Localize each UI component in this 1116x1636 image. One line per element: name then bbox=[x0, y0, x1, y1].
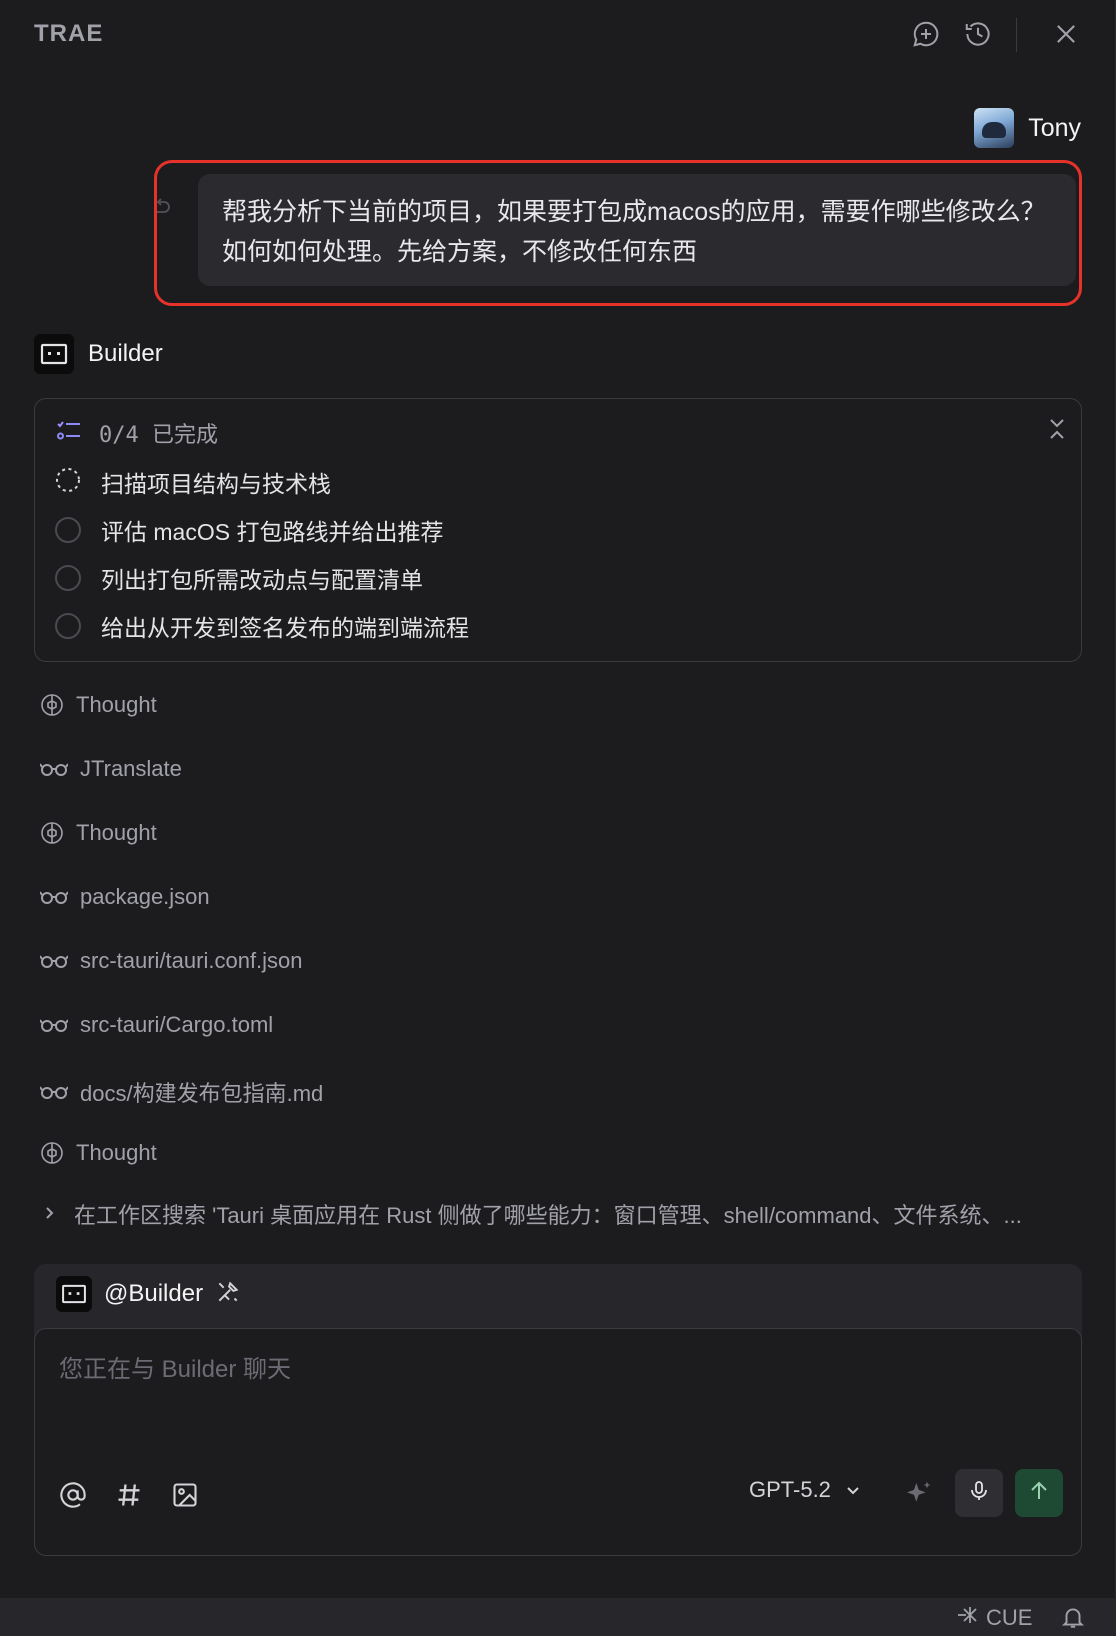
microphone-icon bbox=[967, 1479, 991, 1508]
activity-label: Thought bbox=[76, 1140, 157, 1165]
tools-icon[interactable] bbox=[215, 1279, 241, 1310]
agent-name: Builder bbox=[88, 340, 163, 367]
send-button[interactable] bbox=[1015, 1469, 1063, 1517]
app-title: TRAE bbox=[34, 20, 104, 47]
glasses-icon bbox=[40, 953, 68, 969]
todo-item: 给出从开发到签名发布的端到端流程 bbox=[55, 609, 469, 643]
highlight-annotation bbox=[154, 160, 1082, 306]
user-header: Tony bbox=[974, 108, 1081, 148]
activity-read[interactable]: src-tauri/tauri.conf.json bbox=[40, 948, 303, 974]
brain-icon bbox=[40, 693, 64, 717]
builder-logo-icon bbox=[56, 1276, 92, 1312]
cue-label: CUE bbox=[986, 1605, 1033, 1630]
chevron-right-icon bbox=[44, 1201, 56, 1227]
hash-icon[interactable] bbox=[115, 1481, 143, 1514]
at-mention-icon[interactable] bbox=[59, 1481, 87, 1514]
header-divider bbox=[1016, 18, 1017, 52]
search-label: 在工作区搜索 'Tauri 桌面应用在 Rust 侧做了哪些能力：窗口管理、sh… bbox=[74, 1203, 1022, 1228]
image-icon[interactable] bbox=[171, 1481, 199, 1514]
chat-panel: TRAE Tony 帮我分析下当前的项目，如果要打包成macos的应用，需要作哪… bbox=[0, 0, 1116, 1598]
activity-read[interactable]: docs/构建发布包指南.md bbox=[40, 1076, 323, 1108]
chat-input-placeholder: 您正在与 Builder 聊天 bbox=[59, 1356, 292, 1383]
glasses-icon bbox=[40, 761, 68, 777]
bell-icon[interactable] bbox=[1060, 1604, 1086, 1635]
todo-progress: 0/4 已完成 bbox=[99, 423, 218, 448]
workspace-search-row[interactable]: 在工作区搜索 'Tauri 桌面应用在 Rust 侧做了哪些能力：窗口管理、sh… bbox=[44, 1198, 1022, 1230]
agent-mention[interactable]: @Builder bbox=[104, 1280, 203, 1308]
activity-read[interactable]: JTranslate bbox=[40, 756, 182, 782]
activity-label: docs/构建发布包指南.md bbox=[80, 1081, 324, 1106]
avatar bbox=[974, 108, 1015, 148]
history-icon[interactable] bbox=[960, 16, 996, 52]
todo-item: 扫描项目结构与技术栈 bbox=[55, 465, 331, 499]
collapse-icon[interactable] bbox=[1047, 417, 1067, 446]
chat-input[interactable]: 您正在与 Builder 聊天 GPT-5.2 bbox=[34, 1328, 1082, 1556]
todo-label: 评估 macOS 打包路线并给出推荐 bbox=[101, 519, 444, 545]
activity-read[interactable]: src-tauri/Cargo.toml bbox=[40, 1012, 273, 1038]
glasses-icon bbox=[40, 889, 68, 905]
activity-read[interactable]: package.json bbox=[40, 884, 210, 910]
activity-label: Thought bbox=[76, 820, 157, 845]
glasses-icon bbox=[40, 1017, 68, 1033]
brain-icon bbox=[40, 821, 64, 845]
todo-item: 评估 macOS 打包路线并给出推荐 bbox=[55, 513, 443, 547]
panel-header: TRAE bbox=[0, 0, 1116, 70]
chat-plus-icon[interactable] bbox=[908, 16, 944, 52]
status-bar: CUE bbox=[0, 1598, 1116, 1636]
checklist-icon bbox=[57, 420, 81, 447]
close-icon[interactable] bbox=[1048, 16, 1084, 52]
activity-label: src-tauri/Cargo.toml bbox=[80, 1012, 274, 1037]
todo-label: 扫描项目结构与技术栈 bbox=[101, 471, 331, 497]
microphone-button[interactable] bbox=[955, 1469, 1003, 1517]
builder-logo-icon bbox=[34, 334, 74, 374]
todo-item: 列出打包所需改动点与配置清单 bbox=[55, 561, 423, 595]
cue-status[interactable]: CUE bbox=[956, 1604, 1032, 1632]
todo-label: 给出从开发到签名发布的端到端流程 bbox=[101, 615, 469, 641]
todo-header: 0/4 已完成 bbox=[57, 417, 218, 449]
model-select[interactable]: GPT-5.2 bbox=[749, 1477, 861, 1503]
agent-header: Builder bbox=[34, 334, 163, 374]
pending-circle-icon bbox=[55, 517, 81, 543]
sparkle-icon[interactable] bbox=[903, 1479, 935, 1516]
activity-thought[interactable]: Thought bbox=[40, 1140, 157, 1166]
model-label: GPT-5.2 bbox=[749, 1477, 831, 1502]
composer: @Builder 您正在与 Builder 聊天 GPT-5.2 bbox=[34, 1264, 1082, 1556]
composer-agent-row: @Builder bbox=[56, 1276, 241, 1312]
activity-thought[interactable]: Thought bbox=[40, 820, 157, 846]
brain-icon bbox=[40, 1141, 64, 1165]
cue-icon bbox=[956, 1604, 982, 1632]
arrow-up-icon bbox=[1027, 1479, 1051, 1508]
activity-thought[interactable]: Thought bbox=[40, 692, 157, 718]
pending-circle-icon bbox=[55, 613, 81, 639]
pending-circle-icon bbox=[55, 565, 81, 591]
todo-label: 列出打包所需改动点与配置清单 bbox=[101, 567, 423, 593]
user-name: Tony bbox=[1028, 113, 1081, 142]
glasses-icon bbox=[40, 1084, 68, 1100]
todo-card: 0/4 已完成 扫描项目结构与技术栈 评估 macOS 打包路线并给出推荐 列出… bbox=[34, 398, 1082, 662]
activity-label: Thought bbox=[76, 692, 157, 717]
activity-label: JTranslate bbox=[80, 756, 182, 781]
spinner-icon bbox=[55, 467, 81, 498]
activity-label: src-tauri/tauri.conf.json bbox=[80, 948, 303, 973]
chevron-down-icon bbox=[845, 1477, 861, 1503]
activity-label: package.json bbox=[80, 884, 210, 909]
